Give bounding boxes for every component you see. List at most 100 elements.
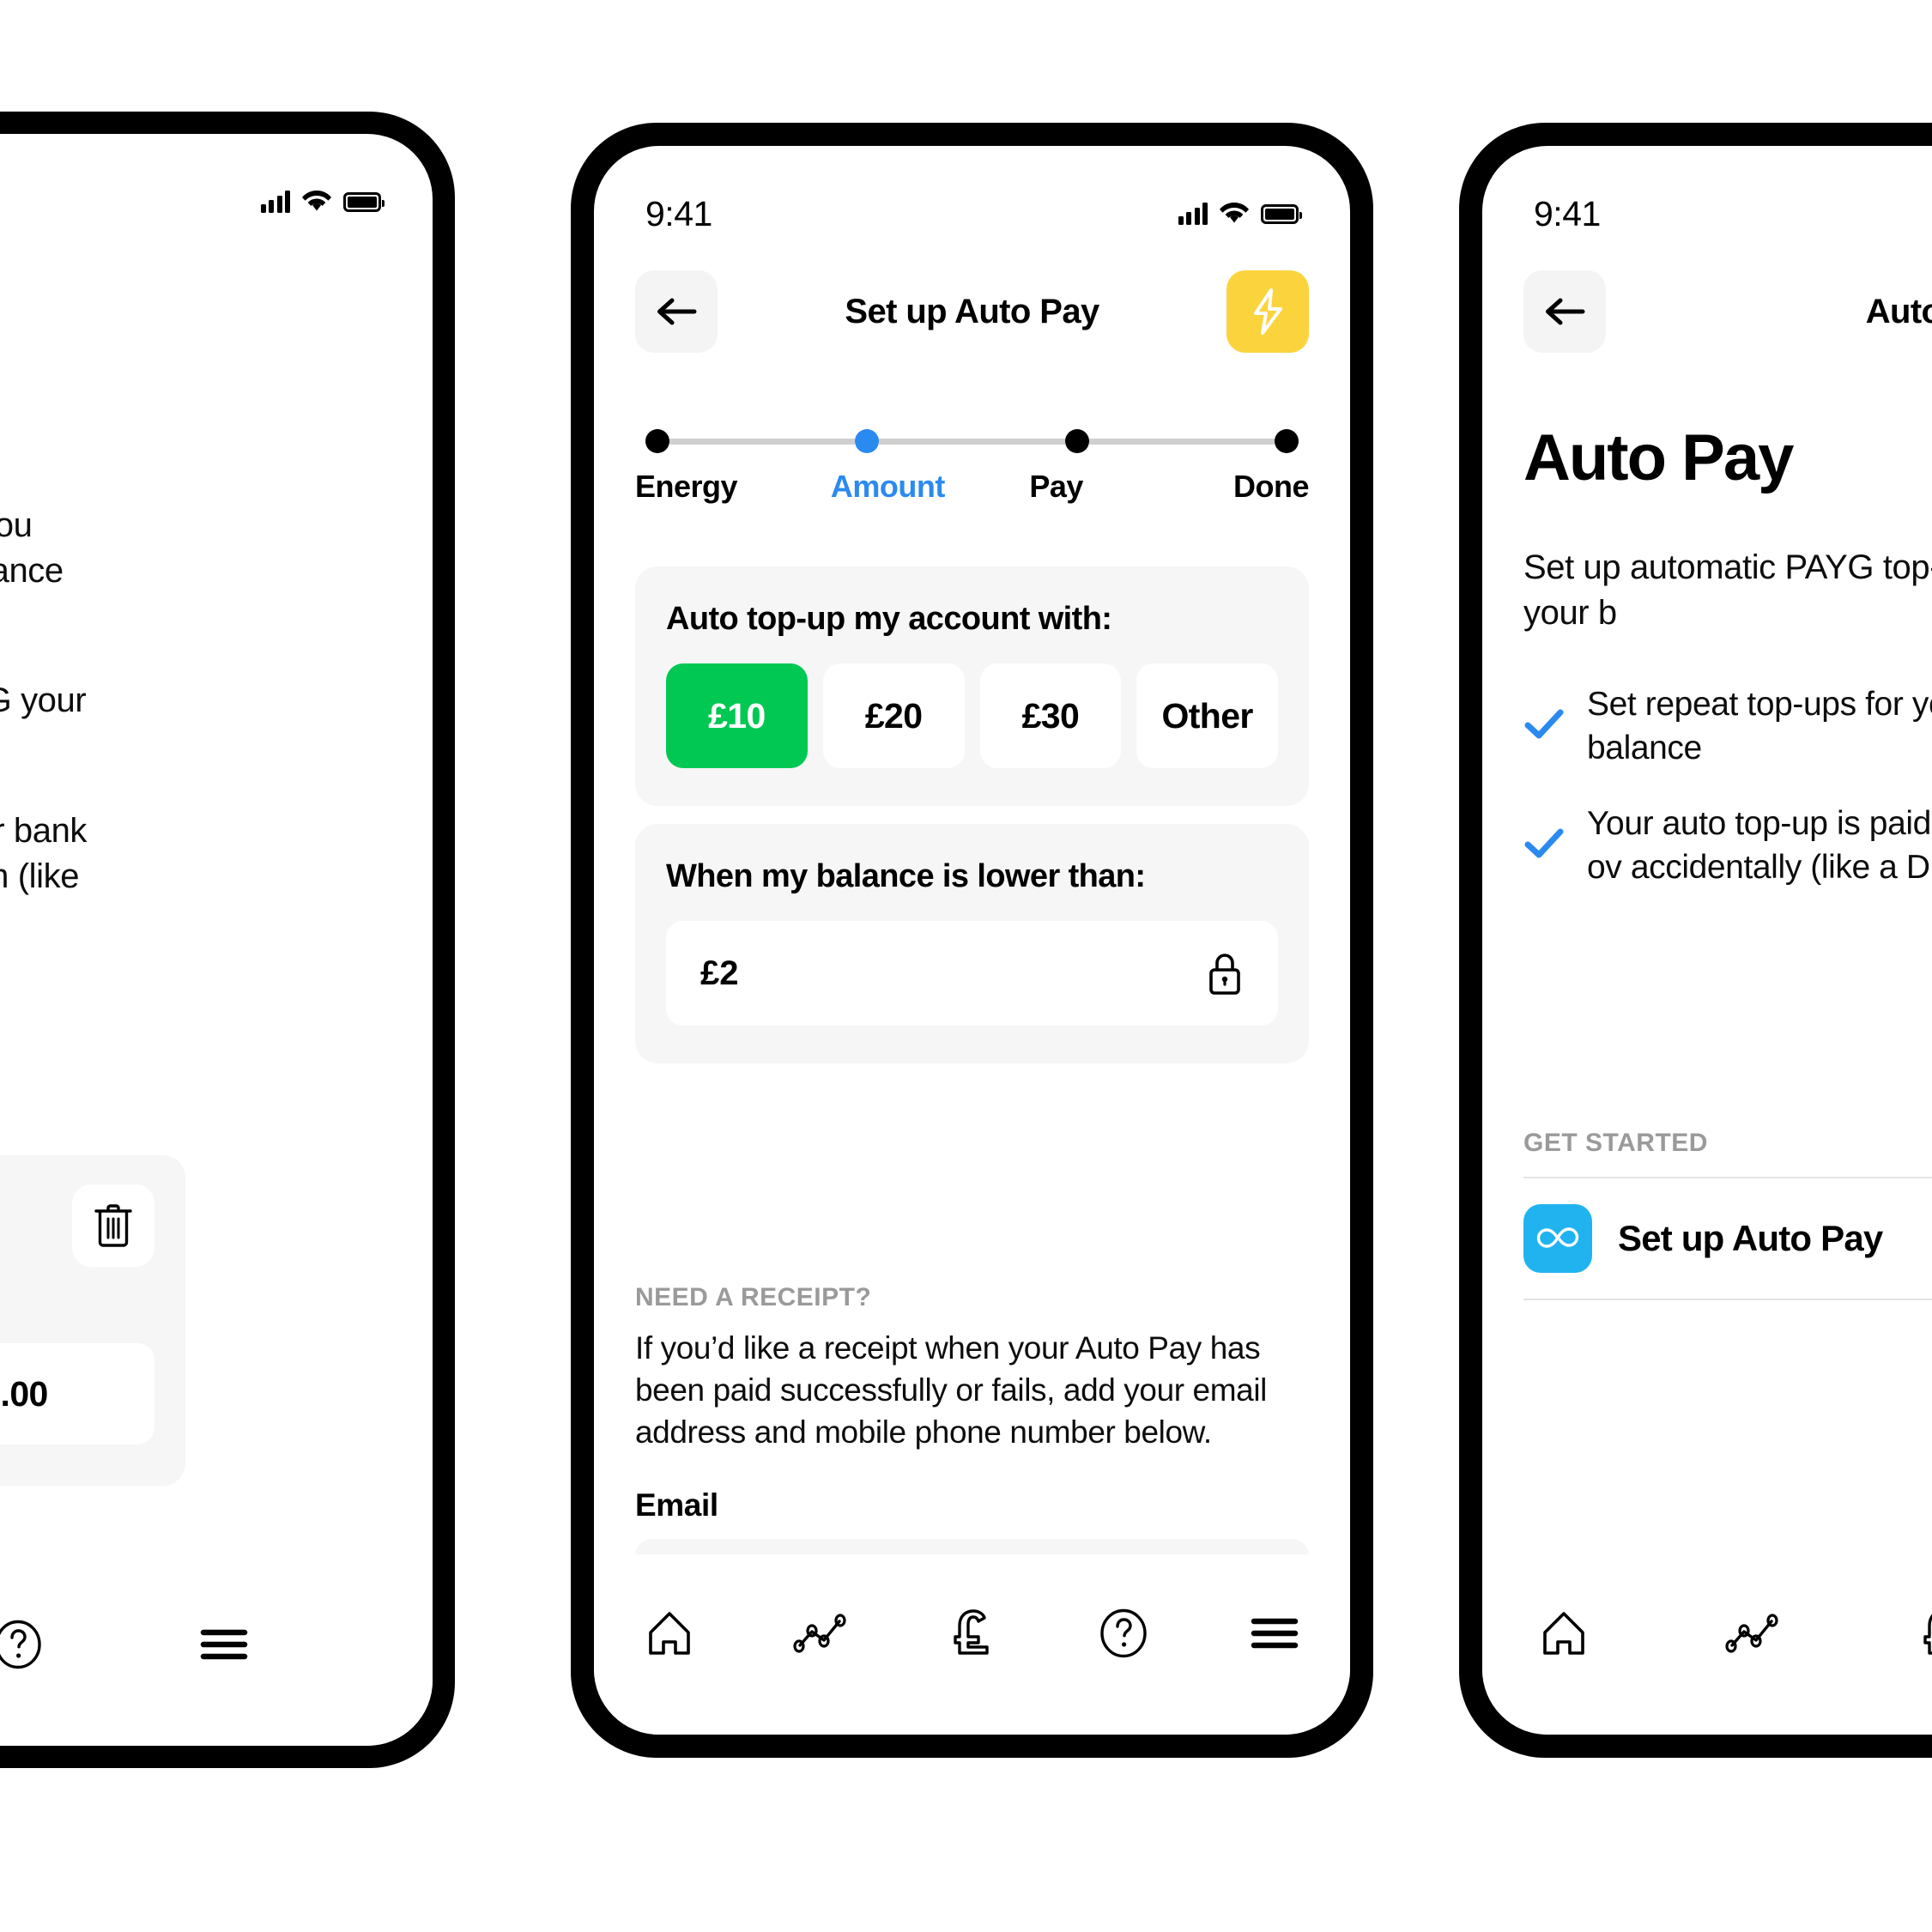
status-time: 9:41	[1534, 193, 1601, 233]
page-title-right: Auto Pay	[1865, 292, 1932, 330]
get-started-item[interactable]: Set up Auto Pay	[1523, 1177, 1932, 1300]
benefit-row-1: Set repeat top-ups for yo meter when you…	[1523, 682, 1932, 771]
tab-help[interactable]	[1085, 1599, 1162, 1668]
balance-threshold-card: When my balance is lower than: £2	[635, 824, 1309, 1063]
tab-bar-left	[0, 1566, 433, 1746]
step-dot-pay[interactable]	[1064, 429, 1089, 453]
status-bar-right: 9:41	[1482, 146, 1932, 249]
page-title-middle: Set up Auto Pay	[845, 292, 1099, 330]
step-bar-3	[1088, 438, 1275, 445]
step-dot-amount[interactable]	[855, 429, 880, 453]
pound-icon	[1923, 1614, 1932, 1655]
nav-bar-right: Auto Pay	[1482, 264, 1932, 359]
step-label-pay: Pay	[1029, 469, 1083, 504]
topup-option-other[interactable]: Other	[1136, 663, 1278, 768]
tab-help[interactable]	[0, 1610, 57, 1679]
check-icon	[1523, 827, 1565, 865]
nav-bar-middle: Set up Auto Pay	[594, 264, 1350, 359]
battery-icon	[1261, 203, 1302, 224]
tab-home[interactable]	[1525, 1599, 1602, 1668]
back-button[interactable]	[1523, 270, 1606, 353]
screenshot-canvas: 9:41 Auto Pay c PAYG top-ups so you nev	[0, 0, 1932, 1932]
intro-paragraph-2: op-ups for your PAYG your balance reache…	[0, 681, 87, 720]
quick-action-button[interactable]	[1226, 270, 1309, 353]
stepper-track	[635, 429, 1309, 453]
status-bar-left: 9:41	[0, 134, 433, 237]
get-started-section: GET STARTED Set up Auto Pay	[1523, 1129, 1932, 1300]
step-label-amount: Amount	[830, 469, 945, 504]
threshold-input[interactable]: £2	[666, 921, 1278, 1026]
trash-icon	[94, 1204, 132, 1247]
benefit-row-2: Your auto top-up is paid card, so you’ll…	[1523, 802, 1932, 890]
menu-icon	[1251, 1618, 1299, 1649]
benefit-text-2: Your auto top-up is paid card, so you’ll…	[1587, 804, 1932, 886]
intro-paragraph-3: p-up is paid with your bank ll never go …	[0, 811, 88, 895]
credit-limit-label: Credit limit	[0, 1282, 154, 1321]
credit-limit-value[interactable]: £2.00	[0, 1343, 154, 1444]
topup-amount-card: Auto top-up my account with: £10 £20 £30…	[635, 566, 1309, 806]
step-bar-1	[669, 438, 856, 445]
tab-menu[interactable]	[185, 1610, 263, 1679]
hero-section-right: Auto Pay Set up automatic PAYG top-u for…	[1523, 421, 1932, 889]
usage-chart-icon	[793, 1614, 846, 1653]
tab-bar-right	[1482, 1554, 1932, 1735]
status-icons	[1178, 203, 1302, 225]
get-started-label: Set up Auto Pay	[1618, 1218, 1883, 1258]
step-dot-done[interactable]	[1274, 429, 1299, 453]
hero-intro: Set up automatic PAYG top-u forget to to…	[1523, 548, 1932, 632]
topup-option-10[interactable]: £10	[666, 663, 808, 768]
tab-balance[interactable]	[1903, 1599, 1932, 1668]
status-time: 9:41	[645, 193, 712, 233]
step-label-energy: Energy	[635, 469, 738, 504]
pound-icon	[954, 1609, 990, 1655]
lightning-bolt-icon	[1254, 288, 1282, 335]
tab-home[interactable]	[631, 1599, 708, 1668]
phone-screen-right: 9:41 Auto Pay Auto Pay Set up automatic …	[1482, 146, 1932, 1735]
tab-balance[interactable]	[933, 1599, 1010, 1668]
help-icon	[0, 1620, 41, 1669]
topup-option-20[interactable]: £20	[822, 663, 965, 768]
phone-device-right: 9:41 Auto Pay Auto Pay Set up automatic …	[1459, 123, 1932, 1758]
topup-option-30[interactable]: £30	[979, 663, 1122, 768]
threshold-value: £2	[700, 954, 739, 992]
email-label: Email	[635, 1487, 718, 1523]
signal-icon	[260, 191, 290, 213]
check-icon	[1524, 828, 1564, 857]
phone-device-middle: 9:41 Set up Auto Pay Energy Amount Pay D…	[571, 123, 1373, 1758]
step-dot-energy[interactable]	[645, 429, 669, 453]
tab-usage[interactable]	[782, 1599, 859, 1668]
phone-device-left: 9:41 Auto Pay c PAYG top-ups so you nev	[0, 112, 455, 1768]
benefit-text-1: Set repeat top-ups for yo meter when you…	[1587, 685, 1932, 767]
topup-card-title: Auto top-up my account with:	[666, 601, 1112, 637]
threshold-card-title: When my balance is lower than:	[666, 858, 1146, 894]
topup-amount-options: £10 £20 £30 Other	[666, 663, 1278, 768]
back-button[interactable]	[635, 270, 718, 353]
wifi-icon	[302, 191, 331, 211]
phone-screen-middle: 9:41 Set up Auto Pay Energy Amount Pay D…	[594, 146, 1350, 1735]
step-label-done: Done	[1233, 469, 1310, 504]
check-icon	[1524, 709, 1564, 739]
tab-menu[interactable]	[1236, 1599, 1313, 1668]
tab-bar-middle	[594, 1554, 1350, 1735]
arrow-left-icon	[1546, 298, 1585, 325]
status-bar-middle: 9:41	[594, 146, 1350, 249]
credit-limit-values: £2.00	[0, 1343, 154, 1444]
nav-bar-left: Auto Pay	[0, 252, 433, 347]
home-icon	[1543, 1612, 1584, 1655]
receipt-eyebrow: NEED A RECEIPT?	[635, 1283, 872, 1311]
arrow-left-icon	[657, 298, 697, 325]
stepper-labels: Energy Amount Pay Done	[635, 469, 1310, 505]
delete-button[interactable]	[72, 1184, 154, 1267]
step-bar-2	[879, 438, 1065, 445]
signal-icon	[1178, 203, 1208, 225]
status-icons	[260, 191, 385, 213]
tab-usage[interactable]	[1714, 1599, 1791, 1668]
battery-icon	[343, 191, 385, 212]
check-icon	[1523, 707, 1565, 746]
lock-icon	[1209, 954, 1240, 995]
infinity-icon	[1523, 1204, 1592, 1273]
hero-title: Auto Pay	[1523, 421, 1794, 494]
intro-paragraph-1: c PAYG top-ups so you never when your ba…	[0, 506, 64, 590]
help-icon	[1099, 1608, 1147, 1658]
home-icon	[649, 1612, 690, 1655]
